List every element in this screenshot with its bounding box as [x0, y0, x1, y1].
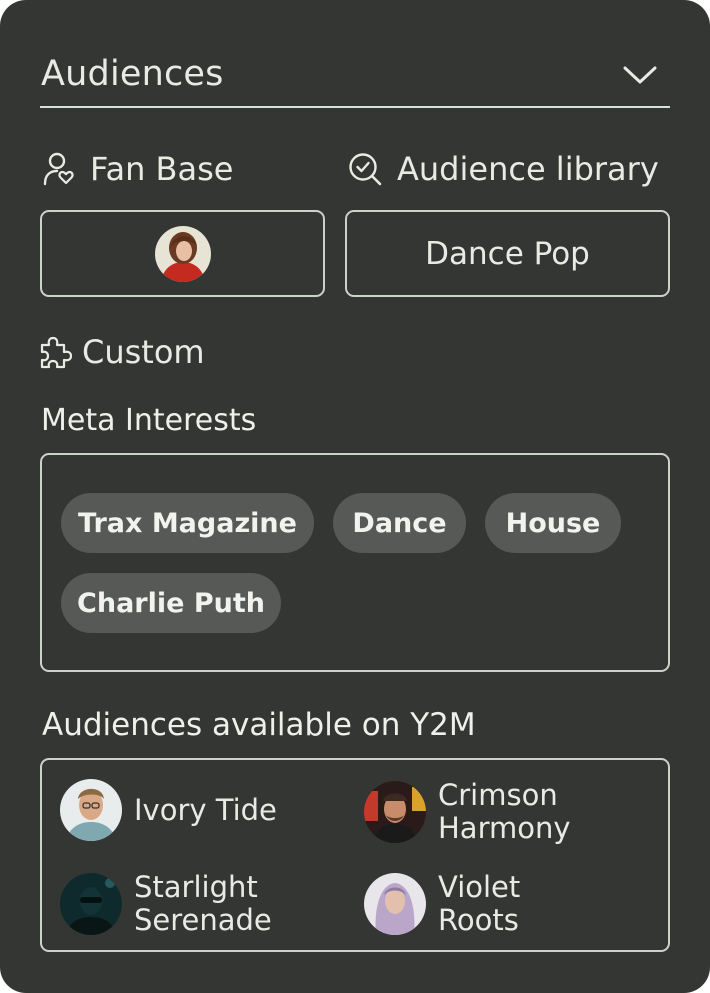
custom-text: Custom	[82, 333, 205, 371]
audiences-header[interactable]: Audiences	[40, 52, 670, 108]
audience-item-starlight-serenade[interactable]: Starlight Serenade	[60, 871, 294, 937]
audience-item-violet-roots[interactable]: Violet Roots	[364, 871, 598, 937]
avatar	[364, 781, 426, 843]
audience-name: Violet Roots	[438, 870, 521, 937]
interest-chip[interactable]: House	[485, 493, 621, 553]
available-audiences-box: Ivory Tide Crimson Harmony Starlight Ser…	[40, 758, 670, 952]
panel-title: Audiences	[41, 54, 224, 94]
audiences-panel: Audiences Fan Base Audience library Danc…	[0, 0, 710, 993]
audience-library-text: Audience library	[397, 150, 659, 188]
avatar	[364, 873, 426, 935]
audience-library-label: Audience library	[347, 150, 659, 188]
custom-label: Custom	[38, 333, 205, 371]
interest-chip[interactable]: Charlie Puth	[61, 573, 281, 633]
fan-base-text: Fan Base	[90, 150, 234, 188]
audience-name: Crimson Harmony	[438, 778, 571, 845]
audience-name: Starlight Serenade	[134, 870, 272, 937]
avatar	[60, 873, 122, 935]
puzzle-icon	[40, 336, 72, 369]
search-check-icon	[349, 153, 382, 186]
interest-chip[interactable]: Dance	[333, 493, 466, 553]
audience-library-value: Dance Pop	[425, 235, 590, 272]
meta-interests-box: Trax Magazine Dance House Charlie Puth	[40, 453, 670, 672]
interest-chip[interactable]: Trax Magazine	[61, 493, 314, 553]
fan-base-label: Fan Base	[42, 150, 233, 188]
user-heart-icon	[43, 152, 74, 186]
fan-base-selector[interactable]	[40, 210, 325, 297]
avatar	[60, 779, 122, 841]
audience-name: Ivory Tide	[134, 792, 277, 827]
available-audiences-heading: Audiences available on Y2M	[42, 707, 476, 743]
audience-item-ivory-tide[interactable]: Ivory Tide	[60, 779, 294, 841]
audience-item-crimson-harmony[interactable]: Crimson Harmony	[364, 779, 598, 845]
audience-library-selector[interactable]: Dance Pop	[345, 210, 670, 297]
chevron-down-icon[interactable]	[620, 60, 660, 90]
fan-base-avatar	[154, 225, 211, 282]
meta-interests-heading: Meta Interests	[41, 403, 257, 438]
